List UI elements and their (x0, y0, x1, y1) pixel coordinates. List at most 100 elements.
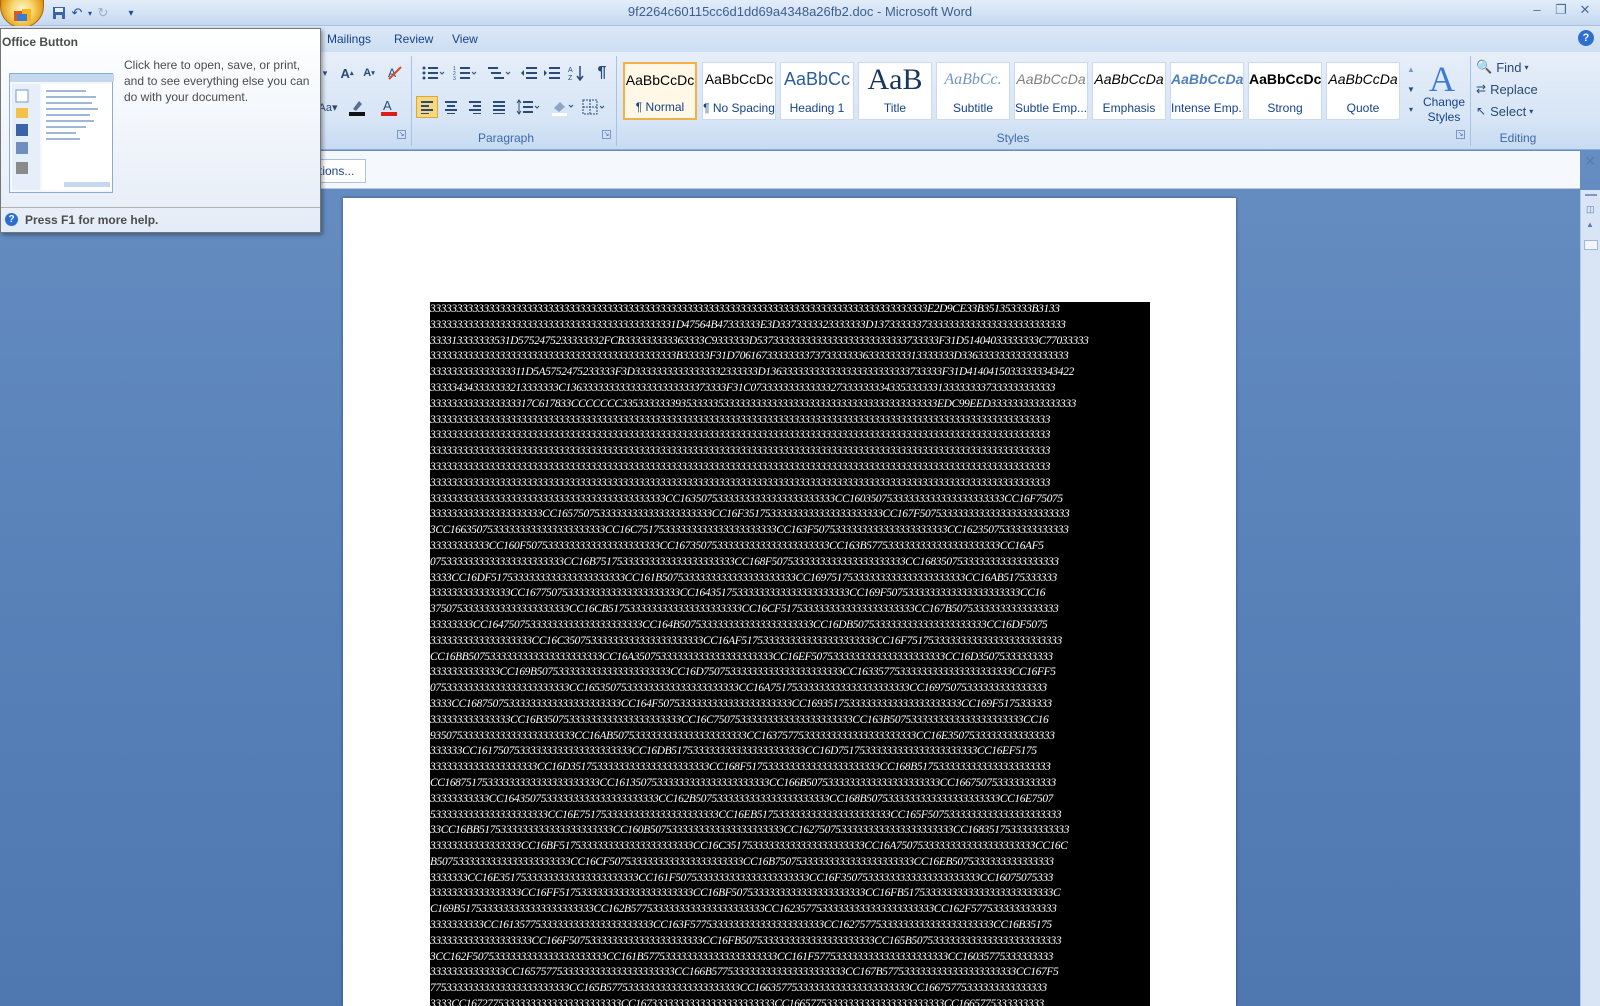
svg-text:Z: Z (568, 75, 573, 82)
style-strong[interactable]: AaBbCcDc Strong (1248, 62, 1322, 120)
document-line: 3333333CC16E35175333333333333333333333CC… (430, 870, 1150, 887)
document-line: 3333333333333333333333333333333333333333… (430, 412, 1150, 429)
shrink-font-icon[interactable]: A ▾ (358, 62, 380, 84)
change-styles-button[interactable]: A Change Styles (1422, 56, 1466, 128)
font-color-icon[interactable]: A (376, 96, 404, 118)
svg-text:A: A (568, 67, 573, 74)
select-button[interactable]: ↖ Select ▾ (1476, 100, 1556, 122)
line-spacing-icon[interactable] (514, 96, 542, 118)
scroll-thumb[interactable] (1584, 240, 1598, 250)
grow-font-icon[interactable]: A ▴ (336, 62, 358, 84)
paragraph-launcher-icon[interactable]: ↘ (602, 130, 611, 139)
align-left-icon[interactable] (416, 96, 438, 118)
office-menu-preview-image (9, 73, 114, 193)
increase-indent-icon[interactable] (541, 62, 563, 84)
window-title: 9f2264c60115cc6d1dd69a4348a26fb2.doc - M… (627, 4, 973, 19)
document-line: 3333333333333333333333333333333333333333… (430, 302, 1150, 318)
document-line: 3333333333333333333CC166F507533333333333… (430, 933, 1150, 950)
editing-group-label: Editing (1499, 131, 1537, 145)
tooltip-help-text: Press F1 for more help. (25, 213, 159, 227)
tab-mailings[interactable]: Mailings (327, 32, 371, 46)
document-line: 3333CC16DF5175333333333333333333333CC161… (430, 570, 1150, 587)
document-line: 3333333333CC1613577533333333333333333333… (430, 918, 1150, 934)
window-controls: – ❐ ✕ (1528, 2, 1594, 20)
document-line: 3333CC16727753333333333333333333333CC167… (430, 997, 1150, 1006)
change-case-icon[interactable]: Aa▾ (318, 96, 338, 118)
style-normal[interactable]: AaBbCcDc ¶ Normal (623, 62, 697, 120)
tab-review[interactable]: Review (394, 32, 433, 46)
align-right-icon[interactable] (464, 96, 486, 118)
style-quote[interactable]: AaBbCcDa Quote (1326, 62, 1400, 120)
style-intense-emphasis[interactable]: AaBbCcDa Intense Emp... (1170, 62, 1244, 120)
document-line: 3333CC16875075333333333333333333333CC164… (430, 696, 1150, 713)
styles-launcher-icon[interactable]: ↘ (1456, 130, 1465, 139)
change-styles-icon: A (1429, 59, 1455, 95)
close-icon[interactable]: ✕ (1576, 2, 1594, 20)
document-line: 3333333333333333333CC16C3507533333333333… (430, 633, 1150, 650)
app-name: Microsoft Word (884, 4, 973, 19)
borders-icon[interactable] (580, 96, 608, 118)
document-line: 333333CC16175075333333333333333333333CC1… (430, 744, 1150, 761)
document-line: CC16875175333333333333333333333CC1613507… (430, 775, 1150, 792)
replace-icon: ⇄ (1476, 82, 1487, 96)
document-line: 33333333333333333CC16BF51753333333333333… (430, 839, 1150, 855)
style-title[interactable]: AaB Title (858, 62, 932, 120)
decrease-indent-icon[interactable] (518, 62, 540, 84)
cursor-icon: ↖ (1476, 104, 1487, 118)
document-line: CC16BB5075333333333333333333333CC16A3507… (430, 649, 1150, 666)
style-heading-1[interactable]: AaBbCc Heading 1 (780, 62, 854, 120)
document-line: 33333333333CC160F50753333333333333333333… (430, 538, 1150, 555)
sort-icon[interactable]: AZ (566, 62, 588, 84)
style-subtle-emphasis[interactable]: AaBbCcDa Subtle Emp... (1014, 62, 1088, 120)
style-no-spacing[interactable]: AaBbCcDc ¶ No Spacing (702, 62, 776, 120)
tab-view[interactable]: View (452, 32, 478, 46)
ruler-toggle-icon[interactable] (1585, 194, 1597, 196)
find-button[interactable]: 🔍 Find ▾ (1476, 56, 1546, 78)
align-center-icon[interactable] (440, 96, 462, 118)
style-emphasis[interactable]: AaBbCcDa Emphasis (1092, 62, 1166, 120)
document-line: 77533333333333333333333333CC165B57753333… (430, 981, 1150, 998)
document-line: 3333333333333333333333333333333333333333… (430, 459, 1150, 476)
svg-text:A: A (383, 98, 392, 113)
show-formatting-icon[interactable]: ¶ (591, 62, 613, 84)
document-line: 37507533333333333333333333CC16CB51753333… (430, 602, 1150, 618)
document-line: 333334343333333213333333C136333333333333… (430, 380, 1150, 397)
gallery-more-icon[interactable]: ▾ (1404, 100, 1418, 118)
document-line: 33CC16BB5175333333333333333333333CC160B5… (430, 823, 1150, 840)
tooltip-title: Office Button (2, 35, 78, 49)
clear-formatting-icon[interactable]: A (384, 62, 406, 84)
bullets-icon[interactable] (418, 62, 448, 84)
document-line: 33333333CC16475075333333333333333333333C… (430, 617, 1150, 634)
view-ruler-icon[interactable]: ◫ (1586, 204, 1595, 215)
document-line: 333333333333333311D5A5752475233333F3D333… (430, 365, 1150, 381)
font-launcher-icon[interactable]: ↘ (397, 130, 406, 139)
document-line: 07533333333333333333333333CC165350753333… (430, 681, 1150, 697)
justify-icon[interactable] (488, 96, 510, 118)
document-body[interactable]: 3333333333333333333333333333333333333333… (430, 302, 1150, 1006)
document-line: 3333333333333333333333333333333333333333… (430, 444, 1150, 460)
document-line: 0753333333333333333333333CC16B7517533333… (430, 554, 1150, 571)
replace-button[interactable]: ⇄ Replace (1476, 78, 1556, 100)
scroll-up-icon[interactable]: ▲ (1586, 220, 1594, 229)
document-line: 3333333333333333333333333333333333333333… (430, 428, 1150, 445)
multilevel-list-icon[interactable] (484, 62, 514, 84)
tooltip-description: Click here to open, save, or print, and … (124, 58, 310, 104)
minimize-icon[interactable]: – (1528, 2, 1546, 20)
font-size-dropdown-icon[interactable]: ▾ (320, 62, 330, 84)
svg-text:A: A (1429, 59, 1455, 95)
document-line: 3333333333333333333333333333333333333333… (430, 491, 1150, 508)
highlight-icon[interactable] (344, 96, 372, 118)
shading-icon[interactable] (548, 96, 576, 118)
document-line: B5075333333333333333333333CC16CF50753333… (430, 854, 1150, 871)
gallery-scroll-down-icon[interactable]: ▼ (1404, 80, 1418, 98)
message-bar-close-icon[interactable]: ✕ (1584, 153, 1596, 170)
vertical-scrollbar[interactable]: ◫ ▲ (1580, 190, 1600, 1006)
restore-icon[interactable]: ❐ (1552, 2, 1570, 20)
numbering-icon[interactable]: 123 (450, 62, 480, 84)
help-icon: ? (5, 213, 18, 226)
gallery-scroll-up-icon[interactable]: ▲ (1404, 60, 1418, 78)
document-line: 3333333333333333333333333333333333333333… (430, 475, 1150, 492)
document-line: 33333333333333333CC16FF51753333333333333… (430, 886, 1150, 903)
help-icon[interactable]: ? (1578, 30, 1594, 46)
style-subtitle[interactable]: AaBbCc. Subtitle (936, 62, 1010, 120)
